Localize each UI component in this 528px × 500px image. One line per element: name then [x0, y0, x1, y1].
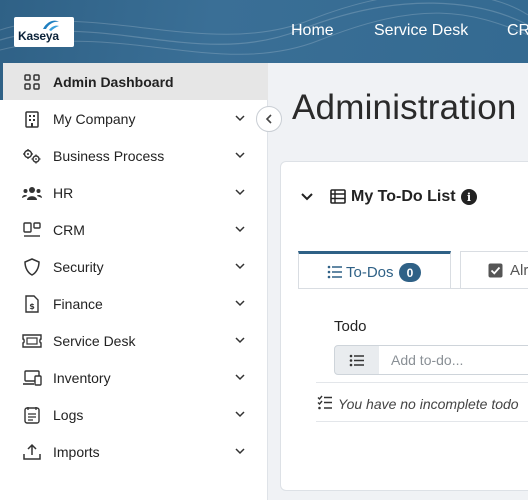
tab-todos[interactable]: To-Dos 0 [298, 251, 451, 289]
chevron-down-icon [235, 226, 245, 233]
sidebar-item-hr[interactable]: HR [0, 174, 268, 211]
list-divider [316, 421, 528, 422]
tab-label: To-Dos [346, 264, 394, 281]
people-icon [22, 183, 42, 203]
nav-home[interactable]: Home [291, 22, 334, 40]
building-icon [22, 109, 42, 129]
chevron-down-icon [235, 411, 245, 418]
sidebar-item-label: Imports [53, 444, 100, 460]
devices-icon [22, 368, 42, 388]
sidebar-item-label: CRM [53, 222, 85, 238]
todo-card [280, 161, 528, 491]
sidebar-item-crm[interactable]: CRM [0, 211, 268, 248]
sidebar-item-label: Finance [53, 296, 103, 312]
sidebar-item-label: My Company [53, 111, 136, 127]
sidebar-item-my-company[interactable]: My Company [0, 100, 268, 137]
kaseya-logo[interactable]: Kaseya [14, 17, 74, 47]
shield-icon [22, 257, 42, 277]
chevron-down-icon [235, 448, 245, 455]
list-divider [316, 382, 528, 383]
add-todo-input[interactable] [379, 345, 528, 375]
sidebar-item-admin-dashboard[interactable]: Admin Dashboard [0, 63, 268, 100]
logs-icon [22, 405, 42, 425]
nav-service-desk[interactable]: Service Desk [374, 22, 468, 40]
page-title: Administration [292, 88, 517, 127]
chevron-down-icon [235, 263, 245, 270]
sidebar-item-inventory[interactable]: Inventory [0, 359, 268, 396]
gears-icon [22, 146, 42, 166]
svg-text:$: $ [29, 302, 35, 311]
logo-text: Kaseya [18, 29, 59, 43]
checkbox-checked-icon [488, 263, 503, 278]
sidebar-item-label: Business Process [53, 148, 165, 164]
sidebar-item-label: Admin Dashboard [53, 74, 174, 90]
chevron-down-icon [235, 374, 245, 381]
chevron-down-icon [235, 115, 245, 122]
sidebar-item-security[interactable]: Security [0, 248, 268, 285]
ticket-icon [22, 331, 42, 351]
card-title: My To-Do List [351, 188, 456, 205]
chevron-left-icon [265, 114, 272, 124]
nav-crm[interactable]: CR [507, 22, 528, 40]
sidebar-item-label: Service Desk [53, 333, 136, 349]
sidebar-item-imports[interactable]: Imports [0, 433, 268, 470]
sidebar-item-label: Inventory [53, 370, 111, 386]
sidebar-item-label: Security [53, 259, 104, 275]
tab-already-done[interactable]: Alr [460, 251, 528, 289]
sidebar-collapse-button[interactable] [256, 106, 282, 132]
sidebar-item-label: Logs [53, 407, 84, 423]
upload-icon [22, 442, 42, 462]
collapse-card-chevron-icon[interactable] [300, 190, 314, 204]
tabs-divider [298, 288, 528, 289]
chevron-down-icon [235, 189, 245, 196]
chevron-down-icon [235, 300, 245, 307]
list-icon [349, 354, 364, 366]
todo-label: Todo [334, 318, 367, 335]
chevron-down-icon [235, 337, 245, 344]
sidebar-item-service-desk[interactable]: Service Desk [0, 322, 268, 359]
sidebar-item-logs[interactable]: Logs [0, 396, 268, 433]
todo-list-addon [334, 345, 380, 375]
sidebar-item-label: HR [53, 185, 74, 201]
list-table-icon [330, 189, 346, 204]
empty-state-message: You have no incomplete todo [338, 396, 519, 412]
sidebar: Admin Dashboard My Company Business Proc… [0, 63, 268, 500]
task-list-icon [317, 395, 332, 410]
tab-label: Alr [510, 262, 528, 279]
finance-document-icon: $ [22, 294, 42, 314]
chevron-down-icon [235, 152, 245, 159]
top-navbar: Kaseya Home Service Desk CR [0, 0, 528, 63]
sidebar-item-business-process[interactable]: Business Process [0, 137, 268, 174]
count-badge: 0 [399, 263, 421, 282]
info-icon[interactable]: i [461, 189, 477, 205]
sidebar-item-finance[interactable]: $ Finance [0, 285, 268, 322]
list-icon [327, 265, 342, 279]
dashboard-grid-icon [22, 72, 42, 92]
crm-icon [22, 220, 42, 240]
